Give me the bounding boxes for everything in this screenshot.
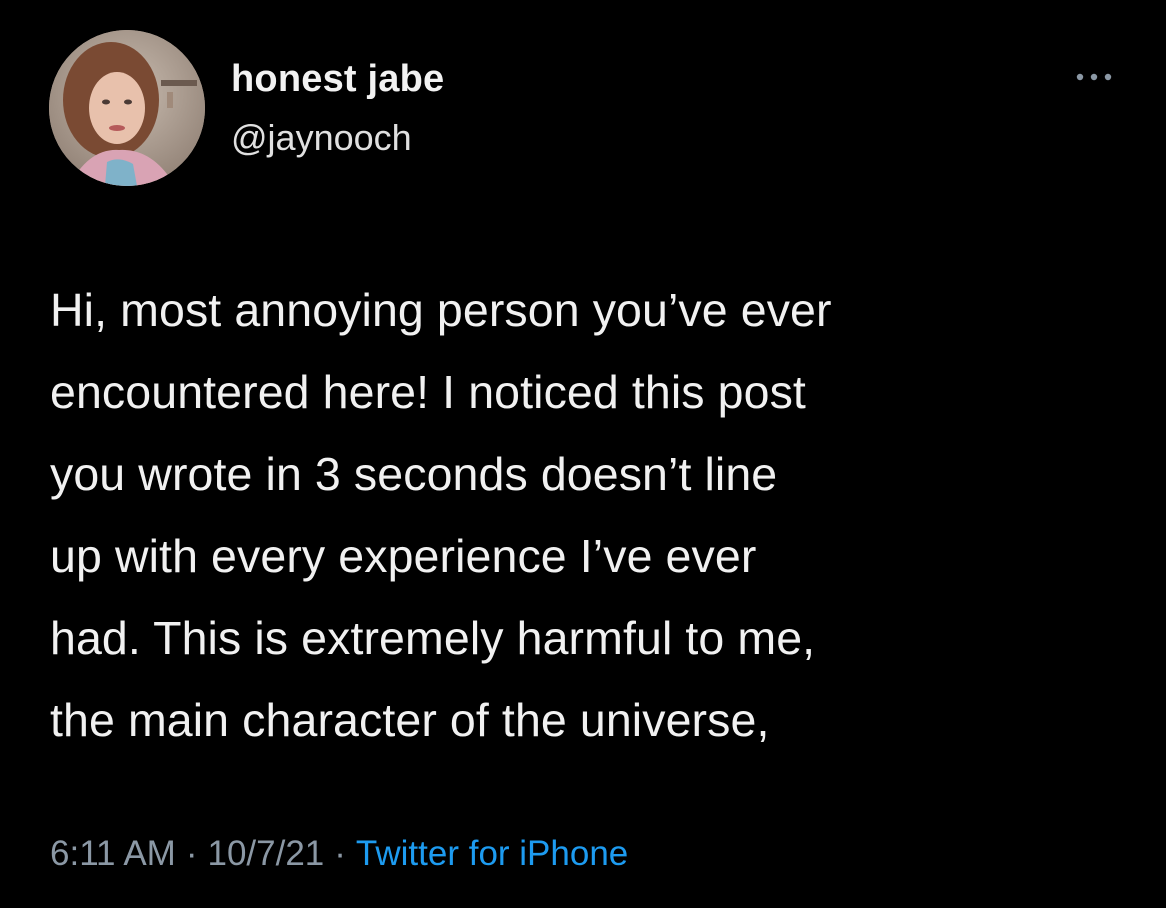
avatar[interactable] [49, 30, 205, 186]
tweet-body-line: you wrote in 3 seconds doesn’t line [50, 448, 778, 500]
meta-separator: · [334, 834, 346, 873]
ellipsis-icon [1076, 73, 1112, 81]
tweet-body-line: had. This is extremely harmful to me, [50, 612, 816, 664]
tweet-meta: 6:11 AM · 10/7/21 · Twitter for iPhone [50, 834, 628, 874]
more-options-button[interactable] [1066, 62, 1122, 92]
author-display-name[interactable]: honest jabe [231, 58, 444, 101]
tweet-body-line: encountered here! I noticed this post [50, 366, 806, 418]
tweet-date[interactable]: 10/7/21 [207, 834, 324, 873]
tweet-body-line: up with every experience I’ve ever [50, 530, 757, 582]
author-handle[interactable]: @jaynooch [231, 117, 412, 159]
tweet-time[interactable]: 6:11 AM [50, 834, 176, 873]
tweet-card: honest jabe @jaynooch Hi, most annoying … [0, 0, 1166, 908]
tweet-body-line: the main character of the universe, [50, 694, 770, 746]
profile-photo-icon [49, 30, 205, 186]
tweet-body: Hi, most annoying person you’ve ever enc… [50, 269, 1140, 761]
tweet-body-line: Hi, most annoying person you’ve ever [50, 284, 832, 336]
tweet-source-link[interactable]: Twitter for iPhone [356, 834, 628, 873]
meta-separator: · [185, 834, 198, 873]
